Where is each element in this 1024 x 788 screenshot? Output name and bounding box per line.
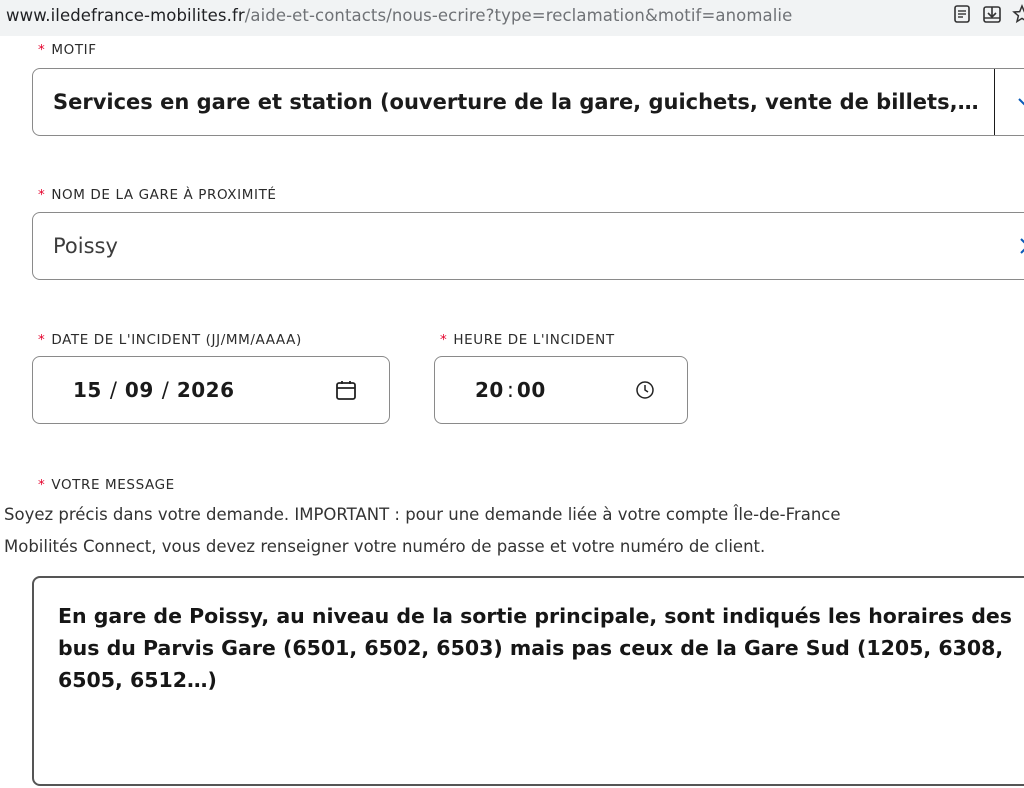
date-month[interactable]: 09 [125, 378, 154, 402]
motif-select[interactable]: Services en gare et station (ouverture d… [32, 68, 1024, 136]
message-label: * VOTRE MESSAGE [38, 477, 175, 493]
required-marker: * [38, 332, 46, 348]
url-path: /aide-et-contacts/nous-ecrire?type=recla… [244, 6, 793, 25]
download-icon[interactable] [982, 4, 1002, 24]
browser-address-bar[interactable]: www.iledefrance-mobilites.fr/aide-et-con… [0, 0, 1024, 36]
date-input[interactable]: 15 / 09 / 2026 [32, 356, 390, 424]
message-value: En gare de Poissy, au niveau de la sorti… [58, 604, 1012, 692]
motif-value: Services en gare et station (ouverture d… [53, 90, 983, 114]
url-domain: www.iledefrance-mobilites.fr [6, 6, 245, 25]
required-marker: * [38, 187, 46, 203]
calendar-icon[interactable] [335, 379, 357, 401]
chevron-down-icon[interactable] [1015, 91, 1024, 113]
url-text[interactable]: www.iledefrance-mobilites.fr/aide-et-con… [6, 6, 792, 25]
time-minute[interactable]: 00 [517, 378, 546, 402]
station-label: * NOM DE LA GARE À PROXIMITÉ [38, 187, 277, 203]
date-year[interactable]: 2026 [177, 378, 235, 402]
required-marker: * [38, 42, 46, 58]
select-divider [994, 69, 995, 135]
time-hour[interactable]: 20 [475, 378, 504, 402]
clock-icon[interactable] [635, 380, 655, 400]
message-help-line-2: Mobilités Connect, vous devez renseigner… [4, 537, 766, 556]
station-input[interactable]: Poissy [32, 212, 1024, 280]
clear-icon[interactable] [1015, 233, 1024, 259]
message-help-line-1: Soyez précis dans votre demande. IMPORTA… [4, 505, 841, 524]
date-day[interactable]: 15 [73, 378, 102, 402]
time-separator: : [506, 378, 514, 402]
date-separator: / [161, 378, 169, 402]
date-label: * DATE DE L'INCIDENT (JJ/MM/AAAA) [38, 332, 302, 348]
station-value: Poissy [53, 234, 118, 258]
reader-mode-icon[interactable] [952, 4, 972, 24]
motif-label: * MOTIF [38, 42, 97, 58]
bookmark-star-icon[interactable] [1012, 4, 1024, 24]
message-textarea[interactable]: En gare de Poissy, au niveau de la sorti… [32, 576, 1024, 786]
required-marker: * [38, 477, 46, 493]
time-label: * HEURE DE L'INCIDENT [440, 332, 615, 348]
time-input[interactable]: 20 : 00 [434, 356, 688, 424]
date-separator: / [109, 378, 117, 402]
required-marker: * [440, 332, 448, 348]
